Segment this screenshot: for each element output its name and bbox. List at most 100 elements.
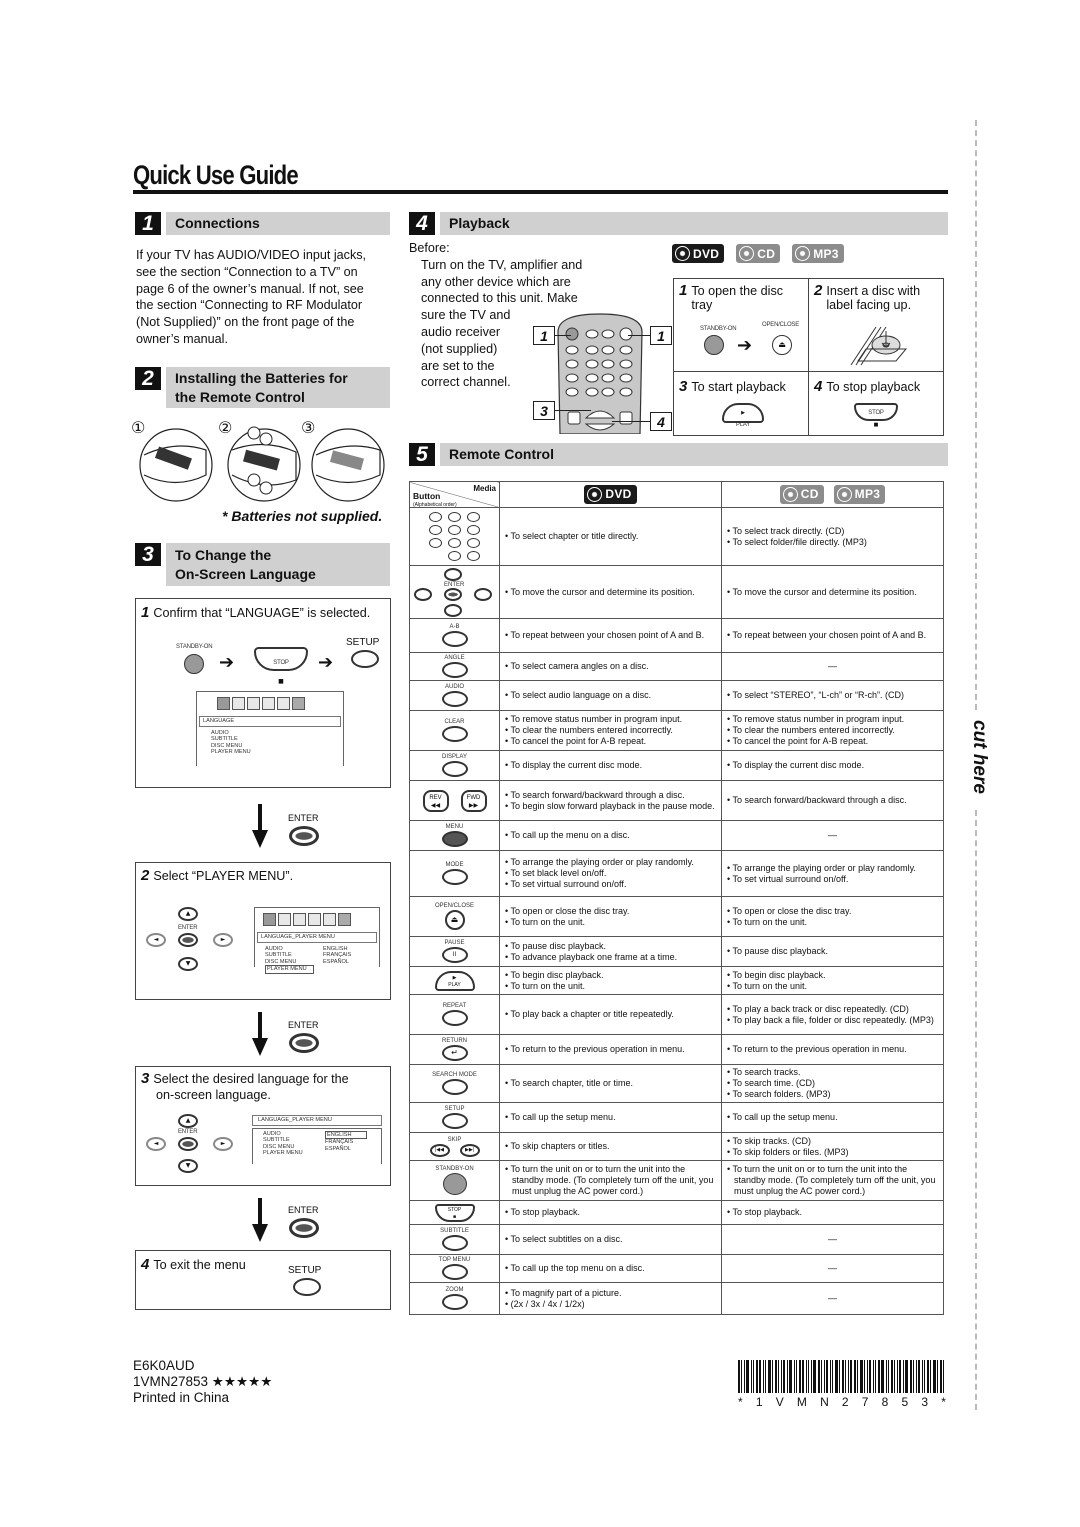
left-button[interactable] <box>414 588 432 601</box>
dvd-description: • To select camera angles on a disc. <box>499 652 722 681</box>
open-close-button[interactable]: ⏏ <box>772 335 792 355</box>
enter-button[interactable] <box>289 1033 319 1053</box>
display-button[interactable] <box>441 761 468 777</box>
right-button[interactable]: ► <box>213 1137 233 1151</box>
number-key-number-keys-10[interactable] <box>467 551 480 561</box>
barcode-bar <box>878 1360 880 1393</box>
fwd-button[interactable]: FWD ▶▶ <box>460 789 487 812</box>
badge-label: CD <box>757 246 776 261</box>
stop-button[interactable]: STOP ■ <box>434 1203 475 1222</box>
barcode-bar <box>875 1360 876 1393</box>
description-line: • To search forward/backward through a d… <box>727 795 938 806</box>
rev-button[interactable]: REV ◀◀ <box>422 789 449 812</box>
setup-button[interactable] <box>293 1278 321 1296</box>
left-button[interactable]: ◄ <box>146 1137 166 1151</box>
menu-items: AUDIO SUBTITLE DISC MENU PLAYER MENU <box>265 946 323 974</box>
return-button[interactable]: ↵ <box>441 1045 468 1061</box>
language-menu-screen: LANGUAGE AUDIO SUBTITLE DISC MENU PLAYER… <box>196 691 344 766</box>
enter-button[interactable] <box>178 933 198 947</box>
setup-button[interactable] <box>441 1113 468 1129</box>
menu-body: AUDIO SUBTITLE DISC MENU PLAYER MENU ENG… <box>255 943 379 974</box>
number-key-number-keys-6[interactable] <box>429 538 442 548</box>
pause-button[interactable]: II <box>441 947 468 963</box>
text-line: If your TV has AUDIO/VIDEO input jacks, <box>136 248 367 262</box>
cd-mp3-description: • To select track directly. (CD) • To sel… <box>721 507 944 566</box>
standby-on-button[interactable] <box>442 1173 467 1195</box>
skip-back-button[interactable]: |◀◀ <box>429 1143 450 1157</box>
up-button[interactable]: ▲ <box>178 907 198 921</box>
right-button[interactable]: ► <box>213 933 233 947</box>
enter-button[interactable] <box>289 826 319 846</box>
play-button[interactable]: ▶ PLAY <box>722 403 764 428</box>
number-key-number-keys-8[interactable] <box>467 538 480 548</box>
barcode-bar <box>913 1360 914 1393</box>
stop-button[interactable]: STOP ■ <box>254 647 308 685</box>
text-line: connected to this unit. Make <box>421 291 578 306</box>
enter-button[interactable] <box>178 1137 198 1151</box>
description-text: To pause disc playback. <box>732 946 829 956</box>
stop-button[interactable]: STOP ■ <box>854 403 898 428</box>
cd-mp3-description: — <box>721 1282 944 1315</box>
number-key-number-keys-3[interactable] <box>429 525 442 535</box>
description-line: • To skip folders or files. (MP3) <box>727 1147 938 1158</box>
search-mode-button[interactable] <box>441 1079 468 1095</box>
number-key-number-keys-9[interactable] <box>448 551 461 561</box>
section-heading: Connections <box>166 212 390 235</box>
number-key-number-keys-4[interactable] <box>448 525 461 535</box>
a-b-button[interactable] <box>441 631 468 647</box>
clear-button[interactable] <box>441 726 468 742</box>
down-button[interactable]: ▼ <box>178 1159 198 1173</box>
barcode-bar <box>927 1360 929 1393</box>
barcode-bar <box>903 1360 904 1393</box>
left-button[interactable]: ◄ <box>146 933 166 947</box>
repeat-button[interactable] <box>441 1010 468 1026</box>
menu-button[interactable] <box>441 831 468 847</box>
description-line: • To select audio language on a disc. <box>505 690 716 701</box>
table-row: RETURN ↵ • To return to the previous opera… <box>409 1034 944 1065</box>
standby-on-button[interactable] <box>704 335 724 355</box>
section-language-header: 3 To Change the On-Screen Language <box>135 543 390 586</box>
disc-icon <box>675 246 690 261</box>
down-button[interactable]: ▼ <box>178 957 198 971</box>
enter-button[interactable] <box>444 588 462 601</box>
barcode-bar <box>848 1360 849 1393</box>
subtitle-button[interactable] <box>441 1235 468 1251</box>
setup-button[interactable] <box>351 650 379 668</box>
number-key-number-keys-2[interactable] <box>467 512 480 522</box>
up-button[interactable] <box>444 568 462 581</box>
number-key-number-keys-1[interactable] <box>448 512 461 522</box>
down-button[interactable] <box>444 604 462 617</box>
dvd-badge: DVD <box>672 244 725 263</box>
initialize-icon <box>338 913 351 926</box>
number-key-number-keys-0[interactable] <box>429 512 442 522</box>
number-key-number-keys-7[interactable] <box>448 538 461 548</box>
audio-button[interactable] <box>441 691 468 707</box>
barcode-bar <box>854 1360 856 1393</box>
right-button[interactable] <box>474 588 492 601</box>
enter-button[interactable] <box>289 1218 319 1238</box>
menu-option: ESPAÑOL <box>323 958 350 965</box>
top-menu-button[interactable] <box>441 1264 468 1280</box>
barcode-char: 8 <box>881 1395 889 1409</box>
standby-label: STANDBY-ON <box>700 326 737 332</box>
cd-mp3-description: — <box>721 1224 944 1255</box>
play-button[interactable]: ▶ PLAY <box>434 970 475 991</box>
zoom-button[interactable] <box>441 1294 468 1310</box>
enter-label: ENTER <box>288 813 319 823</box>
dvd-description: • To open or close the disc tray. • To tu… <box>499 896 722 937</box>
angle-button[interactable] <box>441 662 468 678</box>
skip-forward-button[interactable]: ▶▶| <box>459 1143 480 1157</box>
section-batteries-header: 2 Installing the Batteries for the Remot… <box>135 367 390 408</box>
barcode-bar <box>765 1360 766 1393</box>
up-button[interactable]: ▲ <box>178 1114 198 1128</box>
description-line: • To cancel the point for A-B repeat. <box>505 736 716 747</box>
barcode-bar <box>860 1360 863 1393</box>
page-title: Quick Use Guide <box>133 160 299 190</box>
number-key-number-keys-5[interactable] <box>467 525 480 535</box>
mode-button[interactable] <box>441 869 468 885</box>
description-text: To remove status number in program input… <box>732 714 905 724</box>
open-close-button[interactable]: ⏏ <box>444 910 465 930</box>
barcode-bar <box>775 1360 777 1393</box>
step-text: 3 Select the desired language for the on-s… <box>141 1071 349 1103</box>
standby-on-button[interactable] <box>184 654 204 674</box>
